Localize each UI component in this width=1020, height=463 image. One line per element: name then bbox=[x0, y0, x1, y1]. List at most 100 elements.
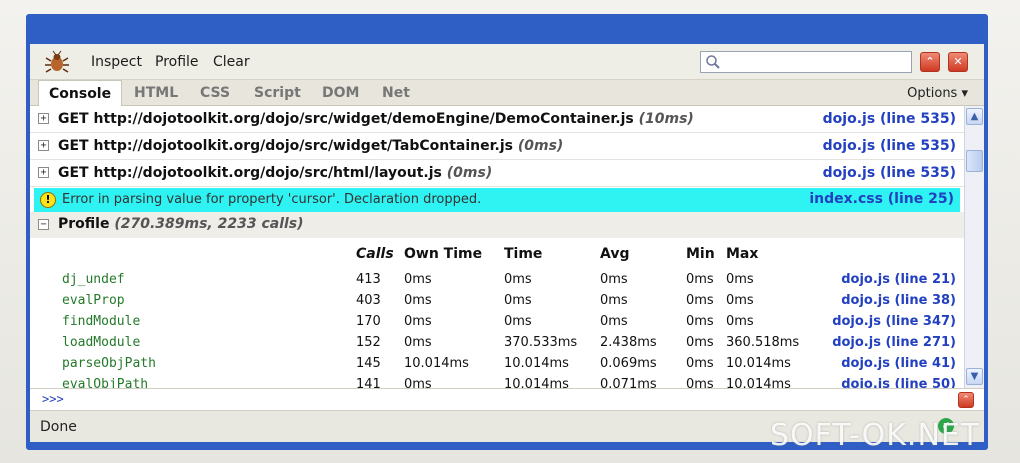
expand-icon[interactable]: + bbox=[38, 140, 49, 151]
column-header[interactable]: Own Time bbox=[404, 246, 482, 262]
tab-net[interactable]: Net bbox=[382, 85, 410, 101]
firebug-panel: Inspect Profile Clear ⌃ ✕ Console HTML C… bbox=[30, 44, 984, 442]
time-cell: 0ms bbox=[504, 293, 532, 308]
own-time-cell: 0ms bbox=[404, 377, 432, 388]
inspect-button[interactable]: Inspect bbox=[91, 54, 142, 70]
command-line: >>> ⌃ bbox=[30, 388, 984, 410]
max-cell: 0ms bbox=[726, 314, 754, 329]
avg-cell: 0ms bbox=[600, 293, 628, 308]
collapse-icon[interactable]: − bbox=[38, 219, 49, 230]
calls-cell: 403 bbox=[356, 293, 381, 308]
min-cell: 0ms bbox=[686, 377, 714, 388]
source-link[interactable]: dojo.js (line 271) bbox=[832, 335, 956, 350]
source-link[interactable]: dojo.js (line 41) bbox=[841, 356, 956, 371]
source-link[interactable]: dojo.js (line 535) bbox=[823, 111, 956, 127]
request-url: GET http://dojotoolkit.org/dojo/src/html… bbox=[58, 165, 442, 181]
function-name[interactable]: evalProp bbox=[62, 293, 125, 308]
calls-cell: 170 bbox=[356, 314, 381, 329]
avg-cell: 0.071ms bbox=[600, 377, 657, 388]
function-name[interactable]: dj_undef bbox=[62, 272, 125, 287]
own-time-cell: 10.014ms bbox=[404, 356, 469, 371]
request-line: GET http://dojotoolkit.org/dojo/src/widg… bbox=[58, 111, 694, 127]
scroll-thumb[interactable] bbox=[966, 150, 983, 172]
panel-tabs: Console HTML CSS Script DOM Net Options … bbox=[30, 80, 984, 106]
source-link[interactable]: dojo.js (line 347) bbox=[832, 314, 956, 329]
function-name[interactable]: evalObjPath bbox=[62, 377, 148, 388]
error-source-link[interactable]: index.css (line 25) bbox=[809, 191, 954, 207]
log-row: + GET http://dojotoolkit.org/dojo/src/ht… bbox=[30, 160, 964, 187]
column-header[interactable]: Min bbox=[686, 246, 715, 262]
tab-script[interactable]: Script bbox=[254, 85, 301, 101]
profile-table: Calls Own Time Time Avg Min Max dj_undef… bbox=[30, 238, 964, 388]
function-name[interactable]: loadModule bbox=[62, 335, 140, 350]
table-row: evalProp 403 0ms 0ms 0ms 0ms 0ms dojo.js… bbox=[30, 293, 964, 314]
avg-cell: 0ms bbox=[600, 272, 628, 287]
max-cell: 0ms bbox=[726, 272, 754, 287]
table-row: loadModule 152 0ms 370.533ms 2.438ms 0ms… bbox=[30, 335, 964, 356]
log-row: + GET http://dojotoolkit.org/dojo/src/wi… bbox=[30, 106, 964, 133]
profile-button[interactable]: Profile bbox=[155, 54, 199, 70]
own-time-cell: 0ms bbox=[404, 272, 432, 287]
tab-dom[interactable]: DOM bbox=[322, 85, 359, 101]
minimize-icon[interactable]: ⌃ bbox=[920, 52, 940, 72]
expand-command-icon[interactable]: ⌃ bbox=[958, 392, 974, 408]
time-cell: 370.533ms bbox=[504, 335, 578, 350]
table-row: evalObjPath 141 0ms 10.014ms 0.071ms 0ms… bbox=[30, 377, 964, 388]
source-link[interactable]: dojo.js (line 535) bbox=[823, 165, 956, 181]
function-name[interactable]: parseObjPath bbox=[62, 356, 156, 371]
options-menu[interactable]: Options ▾ bbox=[907, 86, 968, 101]
time-cell: 0ms bbox=[504, 272, 532, 287]
column-header[interactable]: Calls bbox=[356, 246, 394, 262]
tab-html[interactable]: HTML bbox=[134, 85, 178, 101]
close-icon[interactable]: ✕ bbox=[948, 52, 968, 72]
command-prompt: >>> bbox=[42, 392, 64, 406]
profile-stats: (270.389ms, 2233 calls) bbox=[114, 216, 304, 232]
toolbar: Inspect Profile Clear ⌃ ✕ bbox=[30, 44, 984, 80]
request-line: GET http://dojotoolkit.org/dojo/src/widg… bbox=[58, 138, 563, 154]
source-link[interactable]: dojo.js (line 21) bbox=[841, 272, 956, 287]
clear-button[interactable]: Clear bbox=[213, 54, 250, 70]
log-row: + GET http://dojotoolkit.org/dojo/src/wi… bbox=[30, 133, 964, 160]
expand-icon[interactable]: + bbox=[38, 113, 49, 124]
source-link[interactable]: dojo.js (line 535) bbox=[823, 138, 956, 154]
calls-cell: 141 bbox=[356, 377, 381, 388]
min-cell: 0ms bbox=[686, 293, 714, 308]
function-name[interactable]: findModule bbox=[62, 314, 140, 329]
vertical-scrollbar[interactable]: ▲ ▼ bbox=[964, 106, 984, 388]
warning-icon: ! bbox=[40, 192, 56, 208]
avg-cell: 2.438ms bbox=[600, 335, 657, 350]
tab-console[interactable]: Console bbox=[38, 80, 123, 106]
min-cell: 0ms bbox=[686, 356, 714, 371]
column-header[interactable]: Max bbox=[726, 246, 758, 262]
column-header[interactable]: Avg bbox=[600, 246, 629, 262]
own-time-cell: 0ms bbox=[404, 293, 432, 308]
request-url: GET http://dojotoolkit.org/dojo/src/widg… bbox=[58, 138, 513, 154]
calls-cell: 145 bbox=[356, 356, 381, 371]
error-row: ! Error in parsing value for property 'c… bbox=[34, 188, 960, 212]
expand-icon[interactable]: + bbox=[38, 167, 49, 178]
source-link[interactable]: dojo.js (line 38) bbox=[841, 293, 956, 308]
min-cell: 0ms bbox=[686, 314, 714, 329]
time-cell: 10.014ms bbox=[504, 377, 569, 388]
calls-cell: 152 bbox=[356, 335, 381, 350]
scroll-up-icon[interactable]: ▲ bbox=[966, 108, 983, 125]
tab-css[interactable]: CSS bbox=[200, 85, 230, 101]
calls-cell: 413 bbox=[356, 272, 381, 287]
max-cell: 360.518ms bbox=[726, 335, 800, 350]
command-input[interactable] bbox=[78, 391, 938, 408]
watermark: SOFT-OK.NET bbox=[770, 418, 981, 453]
console-output: + GET http://dojotoolkit.org/dojo/src/wi… bbox=[30, 106, 964, 388]
column-header[interactable]: Time bbox=[504, 246, 542, 262]
request-time: (0ms) bbox=[446, 165, 493, 181]
scroll-down-icon[interactable]: ▼ bbox=[966, 368, 983, 385]
min-cell: 0ms bbox=[686, 335, 714, 350]
source-link[interactable]: dojo.js (line 50) bbox=[841, 377, 956, 388]
min-cell: 0ms bbox=[686, 272, 714, 287]
table-row: findModule 170 0ms 0ms 0ms 0ms 0ms dojo.… bbox=[30, 314, 964, 335]
request-line: GET http://dojotoolkit.org/dojo/src/html… bbox=[58, 165, 492, 181]
search-box[interactable] bbox=[700, 51, 912, 73]
request-url: GET http://dojotoolkit.org/dojo/src/widg… bbox=[58, 111, 634, 127]
search-input[interactable] bbox=[723, 53, 907, 71]
firebug-icon[interactable] bbox=[44, 50, 70, 74]
profile-title: Profile (270.389ms, 2233 calls) bbox=[58, 216, 304, 232]
